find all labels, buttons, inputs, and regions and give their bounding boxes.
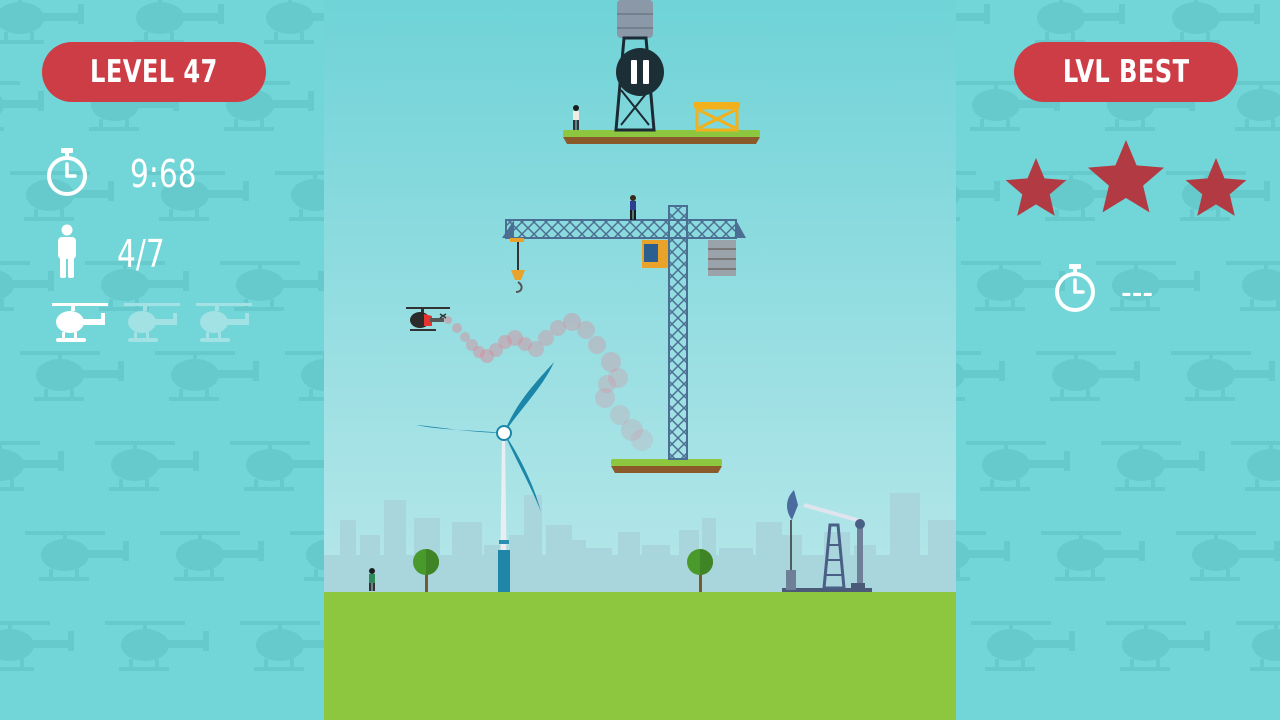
grass-ground	[324, 592, 956, 720]
timer-value: 9:68	[130, 152, 197, 196]
helicopter-life-icon	[52, 303, 108, 342]
best-time: ---	[1121, 270, 1154, 314]
helicopter-life-icon	[196, 303, 252, 342]
game-scene[interactable]	[324, 0, 956, 720]
floating-platform	[611, 459, 722, 473]
star-icon	[1088, 140, 1164, 213]
left-hud-panel: LEVEL 47 9:68 4/7	[0, 0, 324, 720]
level-badge: LEVEL 47	[42, 42, 266, 102]
star-icon	[1185, 158, 1247, 216]
helicopter-life-icon	[124, 303, 180, 342]
level-label: LEVEL 47	[90, 54, 218, 90]
best-badge: LVL BEST	[1014, 42, 1238, 102]
rescued-count: 4/7	[117, 232, 165, 276]
stopwatch-icon	[47, 148, 87, 196]
best-label: LVL BEST	[1062, 54, 1190, 90]
helicopter-background-pattern	[956, 0, 1280, 671]
stopwatch-icon	[1055, 264, 1095, 312]
game-scene-art	[324, 0, 956, 720]
star-icon	[1005, 158, 1067, 216]
pause-button[interactable]	[616, 48, 664, 96]
helicopter-lives	[50, 298, 270, 348]
right-hud-panel: LVL BEST ---	[956, 0, 1280, 720]
person-icon	[58, 224, 76, 278]
helicopter-background-pattern	[0, 0, 324, 671]
star-rating	[1005, 140, 1247, 216]
